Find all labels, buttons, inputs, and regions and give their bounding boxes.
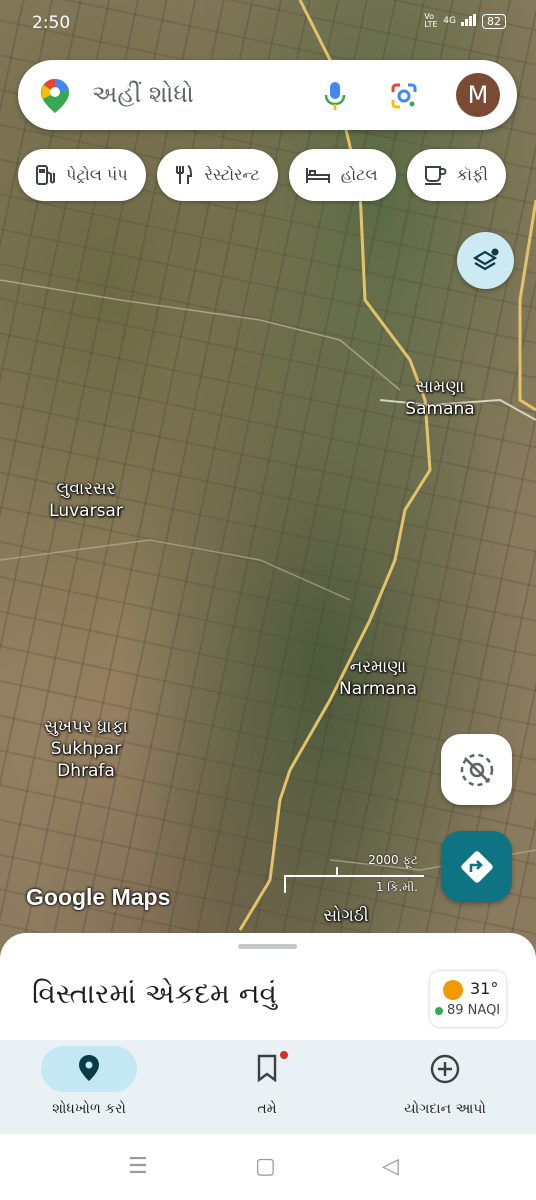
place-label-sogathi[interactable]: સોગઠી (308, 905, 384, 927)
coffee-icon (423, 164, 447, 186)
status-time: 2:50 (32, 13, 71, 33)
hotel-icon (305, 165, 331, 185)
explore-pin-icon (78, 1054, 100, 1086)
google-maps-pin-icon (40, 78, 70, 118)
chip-coffee[interactable]: કૉફી (406, 149, 506, 201)
google-maps-watermark: Google Maps (26, 884, 171, 910)
home-icon[interactable]: ▢ (255, 1154, 276, 1179)
account-avatar[interactable]: M (456, 73, 500, 117)
layers-icon (472, 248, 498, 270)
google-lens-icon[interactable] (390, 82, 418, 114)
battery-icon: 82 (482, 13, 506, 29)
notification-dot (280, 1051, 288, 1059)
place-label-samana[interactable]: સામણા Samana (392, 376, 488, 420)
location-off-icon (460, 753, 493, 786)
search-input[interactable]: અહીં શોધો (92, 80, 194, 108)
recents-icon[interactable]: ☰ (128, 1154, 148, 1179)
restaurant-icon (173, 164, 195, 186)
nav-contribute[interactable]: યોગદાન આપો (356, 1040, 534, 1134)
place-label-sukhpar-dhrafa[interactable]: સુખપર ધ્રાફા Sukhpar Dhrafa (30, 716, 142, 782)
chip-hotel[interactable]: હોટલ (288, 149, 396, 201)
layers-button[interactable] (457, 232, 514, 289)
signal-icon (461, 13, 477, 29)
contribute-plus-icon (430, 1054, 460, 1088)
search-bar[interactable]: અહીં શોધો M (18, 60, 517, 130)
directions-icon (460, 850, 493, 883)
chip-petrol-pump[interactable]: પેટ્રોલ પંપ (18, 149, 146, 201)
satellite-map[interactable]: સામણા Samana લુવારસર Luvarsar નરમાણા Nar… (0, 0, 536, 960)
status-bar: 2:50 Vo LTE 4G 82 (0, 0, 536, 44)
volte-icon: Vo LTE (424, 12, 438, 29)
temperature: 31° (470, 979, 499, 998)
network-label: 4G (443, 16, 456, 26)
sun-icon (443, 980, 463, 1000)
nav-you[interactable]: તમે (178, 1040, 356, 1134)
fuel-icon (34, 164, 56, 186)
category-chips: પેટ્રોલ પંપ રેસ્ટોરન્ટ હોટલ કૉફી (18, 149, 506, 201)
nav-explore[interactable]: શોધખોળ કરો (0, 1040, 178, 1134)
weather-card[interactable]: 31° 89 NAQI (430, 971, 506, 1027)
location-button[interactable] (441, 734, 512, 805)
bottom-navigation: શોધખોળ કરો તમે યોગદાન આપો (0, 1040, 536, 1134)
place-label-luvarsar[interactable]: લુવારસર Luvarsar (38, 478, 134, 522)
chip-restaurant[interactable]: રેસ્ટોરન્ટ (156, 149, 278, 201)
aqi-dot-icon (435, 1006, 443, 1015)
place-label-narmana[interactable]: નરમાણા Narmana (326, 656, 430, 700)
bottom-sheet[interactable]: વિસ્તારમાં એકદમ નવું 31° 89 NAQI (0, 933, 536, 1043)
saved-bookmark-icon (256, 1054, 278, 1086)
sheet-drag-handle[interactable] (238, 944, 297, 949)
back-icon[interactable]: ◁ (382, 1154, 399, 1179)
map-scale: 2000 ફૂટ 1 કિ.મી. (284, 853, 424, 898)
microphone-icon[interactable] (324, 81, 346, 115)
sheet-title: વિસ્તારમાં એકદમ નવું (32, 977, 277, 1010)
air-quality: 89 NAQI (435, 1003, 500, 1018)
directions-button[interactable] (441, 831, 512, 902)
system-navigation-bar: ☰ ▢ ◁ (0, 1134, 536, 1200)
